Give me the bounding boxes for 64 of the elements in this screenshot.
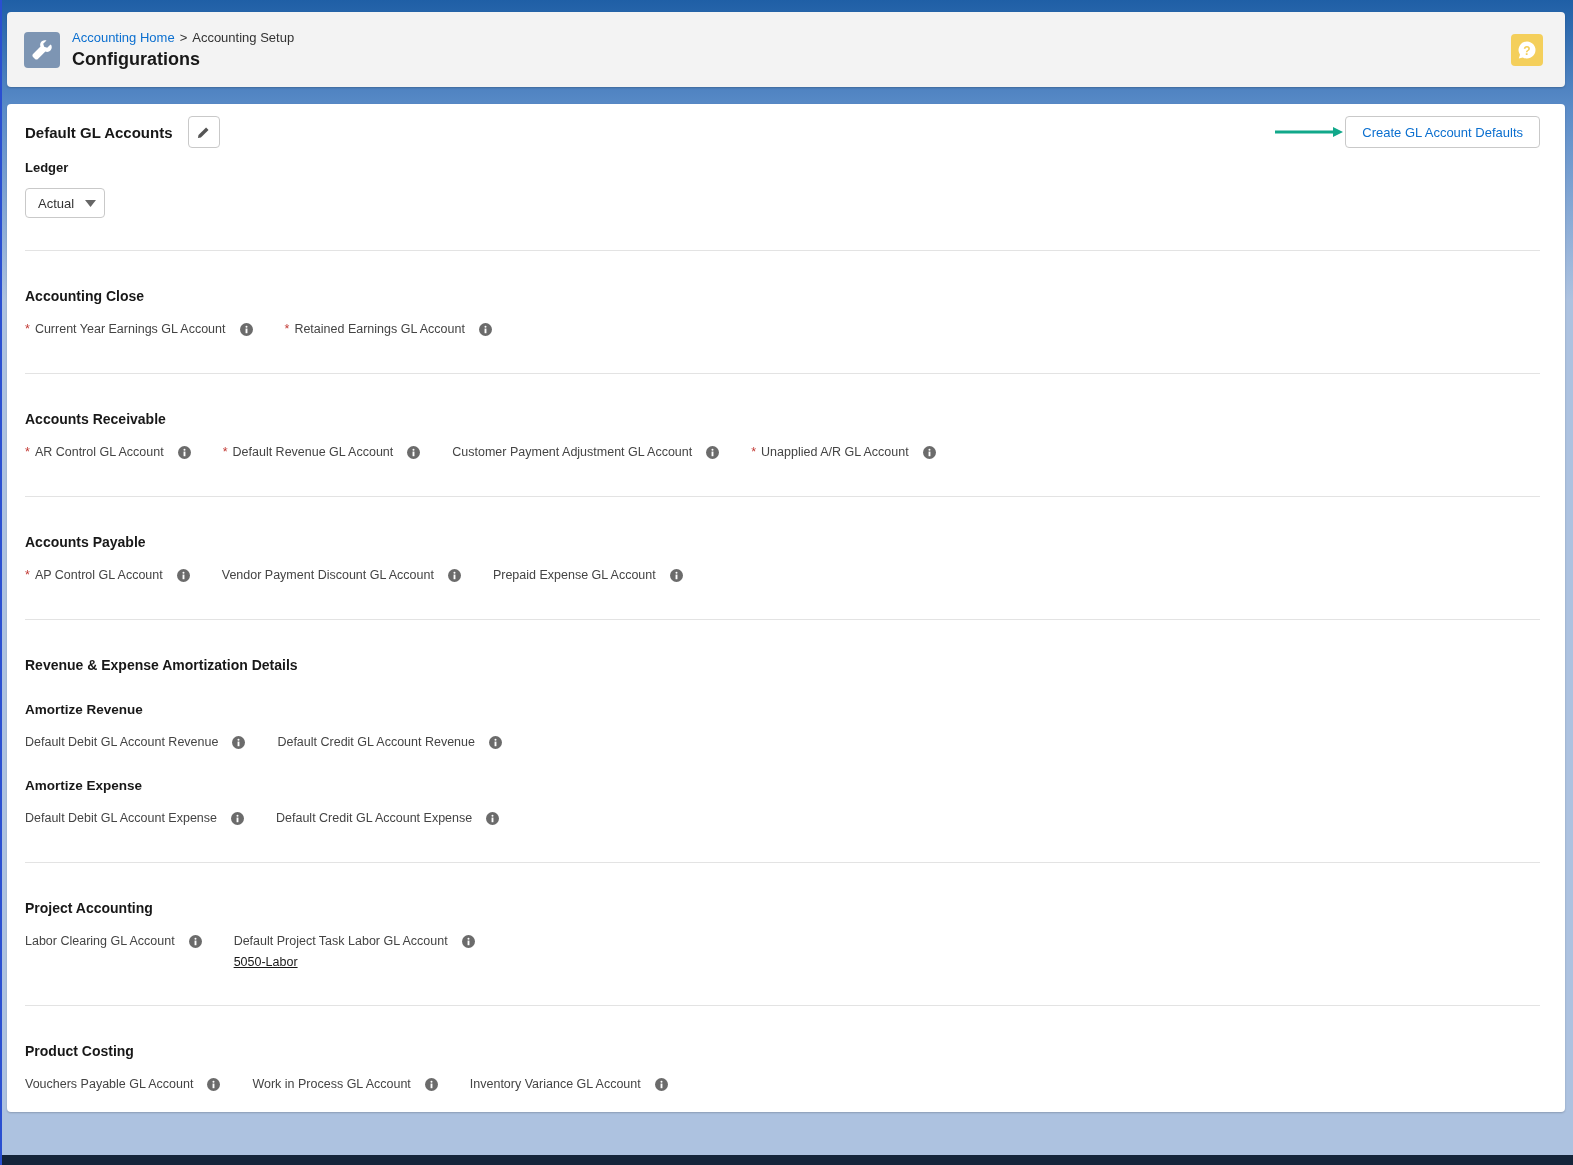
create-defaults-button[interactable]: Create GL Account Defaults bbox=[1345, 116, 1540, 148]
info-icon[interactable] bbox=[424, 1078, 438, 1091]
field-label: Labor Clearing GL Account bbox=[25, 934, 175, 949]
info-icon[interactable] bbox=[478, 323, 492, 336]
info-icon[interactable] bbox=[489, 736, 502, 749]
info-icon[interactable] bbox=[407, 446, 421, 459]
account-link[interactable]: 5050-Labor bbox=[233, 955, 475, 969]
breadcrumb-link[interactable]: Accounting Home bbox=[72, 29, 175, 45]
required-marker: * bbox=[25, 322, 30, 337]
field-label: Default Revenue GL Account bbox=[232, 445, 394, 460]
field-label: Prepaid Expense GL Account bbox=[492, 568, 656, 583]
required-marker: * bbox=[25, 445, 30, 460]
info-icon[interactable] bbox=[922, 446, 936, 459]
required-marker: * bbox=[222, 445, 228, 460]
edit-button[interactable] bbox=[187, 116, 220, 148]
section-title: Accounts Payable bbox=[25, 534, 147, 551]
ledger-label: Ledger bbox=[25, 160, 70, 175]
info-icon[interactable] bbox=[176, 569, 190, 582]
field-label: Default Credit GL Account Revenue bbox=[277, 735, 475, 750]
info-icon[interactable] bbox=[654, 1078, 668, 1091]
required-marker: * bbox=[751, 445, 757, 460]
caret-icon bbox=[85, 199, 96, 207]
field-label: Inventory Variance GL Account bbox=[469, 1077, 641, 1092]
info-icon[interactable] bbox=[486, 812, 500, 825]
info-icon[interactable] bbox=[706, 446, 720, 459]
info-icon[interactable] bbox=[207, 1078, 221, 1091]
arrow-drawing bbox=[1275, 127, 1344, 137]
info-icon[interactable] bbox=[447, 569, 461, 582]
info-icon[interactable] bbox=[231, 812, 244, 825]
field-label: Vouchers Payable GL Account bbox=[25, 1077, 194, 1092]
required-marker: * bbox=[25, 568, 30, 583]
subsection-title: Amortize Revenue bbox=[25, 701, 144, 718]
field-label: Default Credit GL Account Expense bbox=[276, 811, 473, 826]
field-label: Unapplied A/R GL Account bbox=[761, 445, 909, 460]
section-title: Accounts Receivable bbox=[25, 411, 167, 428]
subsection-title: Amortize Expense bbox=[25, 777, 144, 794]
field-label: Current Year Earnings GL Account bbox=[34, 322, 226, 337]
field-label: AR Control GL Account bbox=[34, 445, 164, 460]
ledger-select[interactable]: Actual bbox=[25, 188, 105, 218]
card-title: Default GL Accounts bbox=[25, 123, 173, 141]
section-title: Revenue & Expense Amortization Details bbox=[25, 657, 299, 674]
section-title: Accounting Close bbox=[25, 288, 145, 305]
info-icon[interactable] bbox=[239, 323, 253, 336]
field-label: Default Debit GL Account Revenue bbox=[25, 735, 219, 750]
breadcrumb-separator: > bbox=[179, 29, 188, 45]
wrench-icon bbox=[24, 31, 60, 68]
breadcrumb-current: Accounting Setup bbox=[192, 29, 295, 45]
field-label: Customer Payment Adjustment GL Account bbox=[452, 445, 693, 460]
section-title: Product Costing bbox=[25, 1043, 135, 1060]
info-icon[interactable] bbox=[177, 446, 191, 459]
info-icon[interactable] bbox=[669, 569, 683, 582]
field-label: Work in Process GL Account bbox=[252, 1077, 411, 1092]
field-label: AP Control GL Account bbox=[34, 568, 163, 583]
info-icon[interactable] bbox=[461, 935, 475, 948]
field-label: Retained Earnings GL Account bbox=[294, 322, 465, 337]
page-title: Configurations bbox=[72, 48, 201, 70]
info-icon[interactable] bbox=[188, 935, 202, 948]
section-title: Project Accounting bbox=[25, 900, 154, 917]
pencil-icon bbox=[197, 125, 211, 139]
field-label: Default Debit GL Account Expense bbox=[25, 811, 217, 826]
required-marker: * bbox=[284, 322, 290, 337]
info-icon[interactable] bbox=[232, 736, 246, 749]
field-label: Vendor Payment Discount GL Account bbox=[221, 568, 434, 583]
field-label: Default Project Task Labor GL Account bbox=[233, 934, 448, 949]
